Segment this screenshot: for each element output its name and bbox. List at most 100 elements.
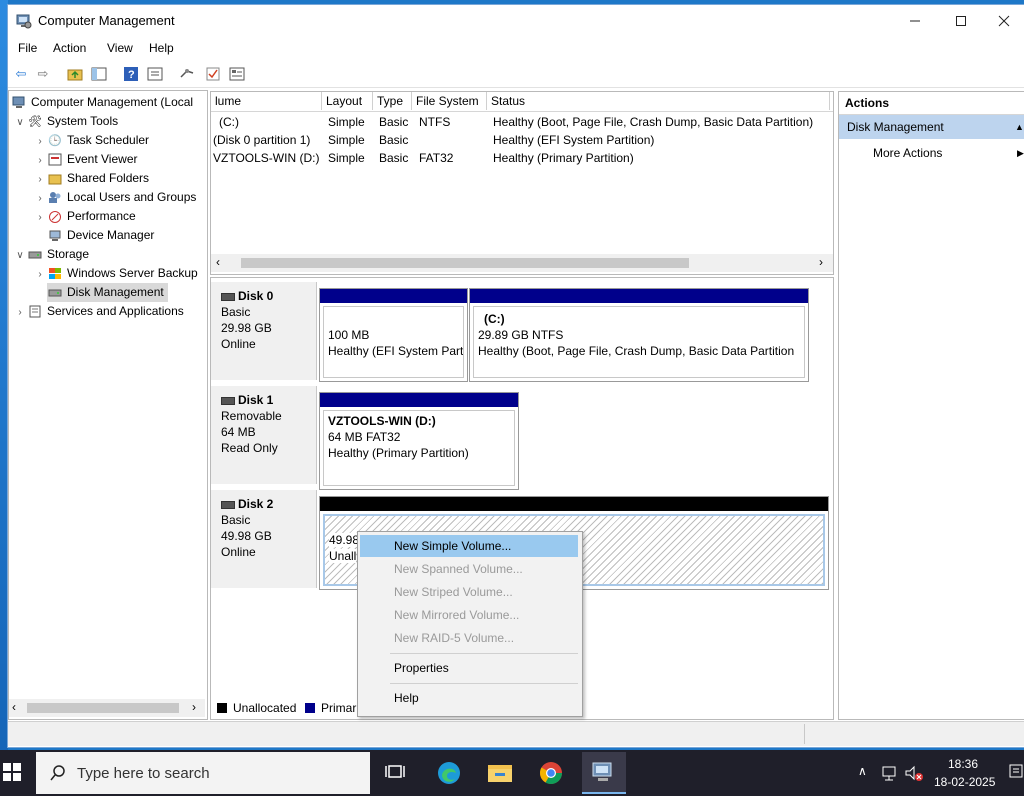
- taskbar-chrome[interactable]: [538, 760, 564, 786]
- volume-status: Healthy (Boot, Page File, Crash Dump, Ba…: [493, 115, 814, 129]
- scrollbar-thumb[interactable]: [27, 703, 179, 713]
- notifications-icon[interactable]: [1008, 762, 1024, 784]
- forward-arrow-icon[interactable]: ⇨: [34, 65, 52, 83]
- collapse-arrow-icon[interactable]: ▲: [1015, 115, 1024, 139]
- clock-date[interactable]: 18-02-2025: [934, 775, 995, 789]
- tree-item-task-scheduler[interactable]: › 🕒 Task Scheduler: [33, 131, 149, 150]
- column-header-type[interactable]: Type: [373, 92, 412, 110]
- collapse-chevron-icon[interactable]: ∨: [13, 246, 27, 265]
- up-folder-icon[interactable]: [66, 65, 84, 83]
- tree-item-disk-management[interactable]: Disk Management: [47, 283, 168, 302]
- task-view-button[interactable]: [384, 762, 408, 784]
- maximize-button[interactable]: [938, 5, 984, 37]
- volume-type: Basic: [379, 133, 409, 147]
- disk-0-label[interactable]: Disk 0 Basic 29.98 GB Online: [211, 282, 317, 380]
- check-list-icon[interactable]: [204, 65, 222, 83]
- expand-chevron-icon[interactable]: ›: [33, 265, 47, 284]
- taskbar-edge[interactable]: [436, 760, 462, 786]
- column-header-layout[interactable]: Layout: [322, 92, 373, 110]
- tree-item-system-tools[interactable]: ∨ 🛠 System Tools: [13, 112, 118, 131]
- disk-2-label[interactable]: Disk 2 Basic 49.98 GB Online: [211, 490, 317, 588]
- title-bar[interactable]: Computer Management: [8, 5, 1024, 37]
- tree-root[interactable]: Computer Management (Local: [11, 93, 193, 112]
- volume-row[interactable]: VZTOOLS-WIN (D:) Simple Basic FAT32 Heal…: [211, 149, 833, 167]
- tree-horizontal-scrollbar[interactable]: ‹ ›: [9, 699, 205, 717]
- menu-help[interactable]: Help: [360, 687, 578, 709]
- menu-action[interactable]: Action: [53, 41, 86, 55]
- volume-list: lume Layout Type File System Status (C:)…: [210, 91, 834, 275]
- actions-section-label: Disk Management: [847, 120, 944, 134]
- tree-item-local-users[interactable]: › Local Users and Groups: [33, 188, 196, 207]
- taskbar-search-box[interactable]: Type here to search: [36, 752, 370, 794]
- expand-chevron-icon[interactable]: ›: [33, 151, 47, 170]
- clock-time[interactable]: 18:36: [948, 757, 978, 771]
- disk-1-label[interactable]: Disk 1 Removable 64 MB Read Only: [211, 386, 317, 484]
- tree-item-device-manager[interactable]: Device Manager: [33, 226, 154, 245]
- partition-size: 29.89 GB NTFS: [478, 328, 564, 342]
- volume-muted-icon[interactable]: [904, 764, 924, 782]
- menu-new-simple-volume[interactable]: New Simple Volume...: [360, 535, 578, 557]
- menu-new-spanned-volume[interactable]: New Spanned Volume...: [360, 558, 578, 580]
- show-hidden-icons-chevron-icon[interactable]: ∧: [858, 764, 867, 778]
- scrollbar-thumb[interactable]: [241, 258, 689, 268]
- context-menu: New Simple Volume... New Spanned Volume.…: [357, 531, 583, 717]
- expand-chevron-icon[interactable]: ›: [33, 189, 47, 208]
- legend-primary: Primar: [321, 701, 357, 715]
- edge-icon: [438, 762, 460, 784]
- volume-name: (C:): [219, 115, 239, 129]
- partition-size: 100 MB: [328, 328, 370, 342]
- disk-management-icon: [47, 286, 63, 300]
- network-icon[interactable]: [880, 764, 898, 782]
- tree-item-shared-folders[interactable]: › Shared Folders: [33, 169, 149, 188]
- volume-layout: Simple: [328, 151, 365, 165]
- minimize-button[interactable]: [892, 5, 938, 37]
- expand-chevron-icon[interactable]: ›: [33, 132, 47, 151]
- action-more-actions[interactable]: More Actions ▶: [839, 142, 1024, 164]
- volume-row[interactable]: (Disk 0 partition 1) Simple Basic Health…: [211, 131, 833, 149]
- collapse-chevron-icon[interactable]: ∨: [13, 113, 27, 132]
- tree-item-label: System Tools: [47, 114, 119, 128]
- actions-section-disk-management[interactable]: Disk Management ▲: [839, 115, 1024, 139]
- menu-new-striped-volume[interactable]: New Striped Volume...: [360, 581, 578, 603]
- expand-chevron-icon[interactable]: ›: [33, 170, 47, 189]
- column-header-status[interactable]: Status: [487, 92, 830, 110]
- tree-item-event-viewer[interactable]: › Event Viewer: [33, 150, 137, 169]
- tree-item-windows-server-backup[interactable]: › Windows Server Backup: [33, 264, 197, 284]
- scroll-left-arrow-icon[interactable]: ‹: [12, 700, 16, 714]
- column-header-file-system[interactable]: File System: [412, 92, 487, 110]
- expand-chevron-icon[interactable]: ›: [13, 303, 27, 322]
- partition-vztools[interactable]: VZTOOLS-WIN (D:) 64 MB FAT32 Healthy (Pr…: [319, 392, 519, 490]
- disk-list-icon[interactable]: [228, 65, 246, 83]
- scroll-right-arrow-icon[interactable]: ›: [819, 255, 823, 269]
- disk-name: Disk 0: [238, 289, 274, 303]
- properties-view-icon[interactable]: [146, 65, 164, 83]
- partition-c[interactable]: (C:) 29.89 GB NTFS Healthy (Boot, Page F…: [469, 288, 809, 382]
- menu-new-raid5-volume[interactable]: New RAID-5 Volume...: [360, 627, 578, 649]
- taskbar-computer-management[interactable]: [582, 752, 626, 794]
- scroll-left-arrow-icon[interactable]: ‹: [216, 255, 220, 269]
- menu-view[interactable]: View: [107, 41, 133, 55]
- scroll-right-arrow-icon[interactable]: ›: [192, 700, 196, 714]
- volume-list-horizontal-scrollbar[interactable]: ‹ ›: [211, 254, 833, 272]
- tree-item-storage[interactable]: ∨ Storage: [13, 245, 89, 264]
- close-button[interactable]: [984, 5, 1024, 37]
- hard-disk-icon: [221, 396, 235, 405]
- volume-row[interactable]: (C:) Simple Basic NTFS Healthy (Boot, Pa…: [211, 113, 833, 131]
- primary-partition-bar: [470, 289, 808, 303]
- show-hide-tree-icon[interactable]: [90, 65, 108, 83]
- status-bar: [8, 721, 1024, 746]
- connect-icon[interactable]: [178, 65, 196, 83]
- back-arrow-icon[interactable]: ⇦: [12, 65, 30, 83]
- tree-item-services-applications[interactable]: › Services and Applications: [13, 302, 183, 322]
- column-header-volume[interactable]: lume: [211, 92, 322, 110]
- start-button[interactable]: [0, 762, 22, 784]
- menu-new-mirrored-volume[interactable]: New Mirrored Volume...: [360, 604, 578, 626]
- tree-item-performance[interactable]: › Performance: [33, 207, 135, 227]
- taskbar-file-explorer[interactable]: [486, 760, 514, 786]
- partition-efi[interactable]: 100 MB Healthy (EFI System Part: [319, 288, 468, 382]
- menu-file[interactable]: File: [18, 41, 37, 55]
- menu-properties[interactable]: Properties: [360, 657, 578, 679]
- help-icon[interactable]: ?: [122, 65, 140, 83]
- menu-help[interactable]: Help: [149, 41, 174, 55]
- expand-chevron-icon[interactable]: ›: [33, 208, 47, 227]
